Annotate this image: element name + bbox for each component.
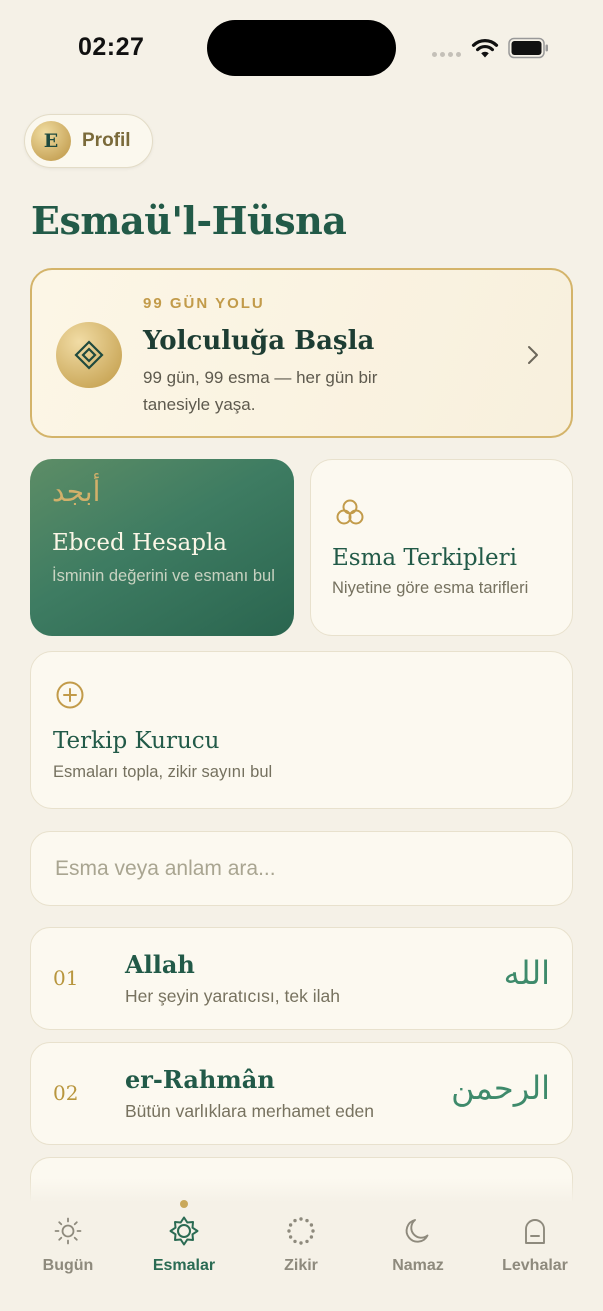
tab-label: Bugün	[42, 1257, 94, 1274]
profile-label: Profil	[82, 130, 131, 151]
list-item[interactable]: 01 Allah Her şeyin yaratıcısı, tek ilah …	[30, 927, 573, 1030]
name-number: 01	[53, 966, 79, 990]
wifi-icon	[471, 39, 499, 58]
bottom-tab-bar: Bugün Esmalar Zikir Namaz Levhalar	[0, 1178, 603, 1311]
diamond-icon	[56, 322, 122, 388]
builder-title: Terkip Kurucu	[53, 728, 220, 754]
tab-esmalar[interactable]: Esmalar	[129, 1178, 239, 1288]
tab-label: Zikir	[284, 1257, 318, 1274]
terkip-title: Esma Terkipleri	[332, 545, 517, 571]
esmaul-husna-screen: 02:27 E Profil Esmaü'l-Hüsna 99 GÜN YOLU…	[0, 0, 603, 1311]
three-circles-icon	[336, 499, 364, 525]
search-input[interactable]	[30, 831, 573, 906]
name-meaning: Bütün varlıklara merhamet eden	[125, 1101, 375, 1121]
prayer-beads-icon	[287, 1217, 315, 1245]
dynamic-island	[207, 20, 396, 76]
star-icon	[169, 1216, 199, 1246]
terkip-description: Niyetine göre esma tarifleri	[332, 579, 529, 597]
ebced-description: İsminin değerini ve esmanı bul	[52, 567, 275, 585]
sun-icon	[54, 1217, 82, 1245]
tab-levhalar[interactable]: Levhalar	[480, 1178, 590, 1288]
status-time: 02:27	[78, 33, 145, 61]
tab-namaz[interactable]: Namaz	[363, 1178, 473, 1288]
name-number: 02	[53, 1081, 79, 1105]
tab-label: Levhalar	[502, 1257, 568, 1274]
cellular-signal-icon	[432, 52, 461, 57]
battery-icon	[508, 37, 548, 59]
journey-description: 99 gün, 99 esma — her gün bir tanesiyle …	[143, 368, 378, 414]
tab-label: Esmalar	[152, 1257, 216, 1274]
tab-label: Namaz	[392, 1257, 444, 1274]
journey-eyebrow: 99 GÜN YOLU	[143, 295, 265, 312]
esma-terkipleri-card[interactable]: Esma Terkipleri Niyetine göre esma tarif…	[310, 459, 573, 636]
ebced-arabic-text: أبجد	[52, 475, 101, 508]
plus-circle-icon	[56, 681, 84, 709]
name-title: er-Rahmân	[125, 1065, 275, 1094]
builder-description: Esmaları topla, zikir sayını bul	[53, 763, 273, 781]
list-item[interactable]: 02 er-Rahmân Bütün varlıklara merhamet e…	[30, 1042, 573, 1145]
name-title: Allah	[125, 950, 195, 979]
name-arabic: الله	[503, 954, 550, 992]
active-indicator	[180, 1200, 188, 1208]
tab-bugun[interactable]: Bugün	[13, 1178, 123, 1288]
name-arabic: الرحمن	[451, 1069, 550, 1107]
moon-icon	[405, 1219, 429, 1243]
status-bar: 02:27	[0, 0, 603, 96]
journey-card[interactable]: 99 GÜN YOLU Yolculuğa Başla 99 gün, 99 e…	[30, 268, 573, 438]
page-title: Esmaü'l-Hüsna	[31, 198, 347, 243]
tab-zikir[interactable]: Zikir	[246, 1178, 356, 1288]
profile-button[interactable]: E Profil	[24, 114, 153, 168]
ebced-card[interactable]: أبجد Ebced Hesapla İsminin değerini ve e…	[30, 459, 294, 636]
arch-icon	[525, 1219, 545, 1244]
journey-title: Yolculuğa Başla	[143, 326, 375, 356]
chevron-right-icon	[528, 346, 538, 364]
ebced-title: Ebced Hesapla	[52, 530, 228, 556]
avatar: E	[31, 121, 71, 161]
name-meaning: Her şeyin yaratıcısı, tek ilah	[125, 986, 340, 1006]
terkip-kurucu-card[interactable]: Terkip Kurucu Esmaları topla, zikir sayı…	[30, 651, 573, 809]
